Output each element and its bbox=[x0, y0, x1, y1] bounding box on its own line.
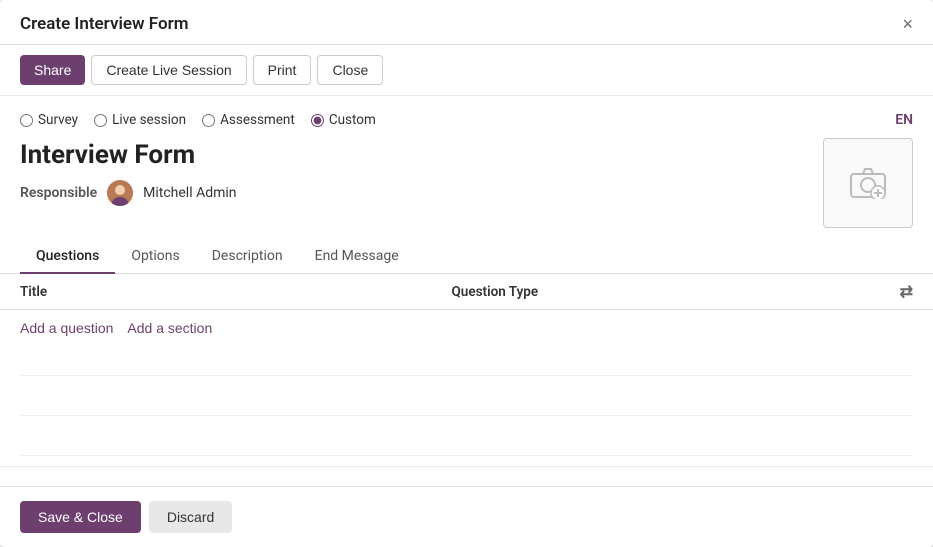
radio-survey-input[interactable] bbox=[20, 114, 33, 127]
radio-custom-label: Custom bbox=[329, 112, 376, 128]
radio-live-session-input[interactable] bbox=[94, 114, 107, 127]
add-question-button[interactable]: Add a question bbox=[20, 320, 113, 336]
modal-title: Create Interview Form bbox=[20, 14, 188, 34]
responsible-label: Responsible bbox=[20, 185, 97, 201]
radio-assessment-input[interactable] bbox=[202, 114, 215, 127]
form-meta-left: Survey Live session Assessment Custom In… bbox=[20, 112, 813, 206]
form-title: Interview Form bbox=[20, 140, 813, 170]
modal-dialog: Create Interview Form × Share Create Liv… bbox=[0, 0, 933, 547]
col-type-header: Question Type bbox=[452, 284, 884, 300]
lang-badge[interactable]: EN bbox=[895, 112, 913, 128]
save-close-button[interactable]: Save & Close bbox=[20, 501, 141, 533]
table-body: Add a question Add a section bbox=[0, 310, 933, 467]
radio-custom[interactable]: Custom bbox=[311, 112, 376, 128]
footer: Save & Close Discard bbox=[0, 486, 933, 547]
avatar bbox=[107, 180, 133, 206]
add-section-button[interactable]: Add a section bbox=[127, 320, 212, 336]
tab-description[interactable]: Description bbox=[196, 240, 299, 274]
tab-questions[interactable]: Questions bbox=[20, 240, 115, 274]
empty-row-2 bbox=[20, 376, 913, 416]
discard-button[interactable]: Discard bbox=[149, 501, 232, 533]
responsible-row: Responsible Mitchell Admin bbox=[20, 180, 813, 206]
radio-custom-input[interactable] bbox=[311, 114, 324, 127]
add-links: Add a question Add a section bbox=[20, 320, 913, 336]
radio-survey-label: Survey bbox=[38, 112, 78, 128]
empty-row-3 bbox=[20, 416, 913, 456]
radio-live-session-label: Live session bbox=[112, 112, 186, 128]
form-type-radio-group: Survey Live session Assessment Custom bbox=[20, 112, 813, 128]
print-button[interactable]: Print bbox=[253, 55, 312, 85]
form-meta-right: EN bbox=[823, 112, 913, 228]
radio-live-session[interactable]: Live session bbox=[94, 112, 186, 128]
image-upload-placeholder[interactable] bbox=[823, 138, 913, 228]
col-title-header: Title bbox=[20, 284, 452, 300]
radio-assessment-label: Assessment bbox=[220, 112, 295, 128]
empty-row-1 bbox=[20, 336, 913, 376]
modal-header: Create Interview Form × bbox=[0, 0, 933, 45]
radio-survey[interactable]: Survey bbox=[20, 112, 78, 128]
table-header: Title Question Type ⇄ bbox=[0, 274, 933, 310]
tabs: Questions Options Description End Messag… bbox=[0, 240, 933, 274]
responsible-name: Mitchell Admin bbox=[143, 185, 236, 201]
camera-icon bbox=[849, 167, 887, 199]
share-button[interactable]: Share bbox=[20, 55, 85, 85]
form-meta: Survey Live session Assessment Custom In… bbox=[0, 96, 933, 236]
close-modal-button[interactable]: × bbox=[902, 15, 913, 33]
sort-icon[interactable]: ⇄ bbox=[883, 282, 913, 301]
toolbar: Share Create Live Session Print Close bbox=[0, 45, 933, 96]
close-button[interactable]: Close bbox=[317, 55, 383, 85]
tab-end-message[interactable]: End Message bbox=[299, 240, 415, 274]
create-live-session-button[interactable]: Create Live Session bbox=[91, 55, 246, 85]
tab-options[interactable]: Options bbox=[115, 240, 195, 274]
empty-rows bbox=[20, 336, 913, 456]
radio-assessment[interactable]: Assessment bbox=[202, 112, 295, 128]
